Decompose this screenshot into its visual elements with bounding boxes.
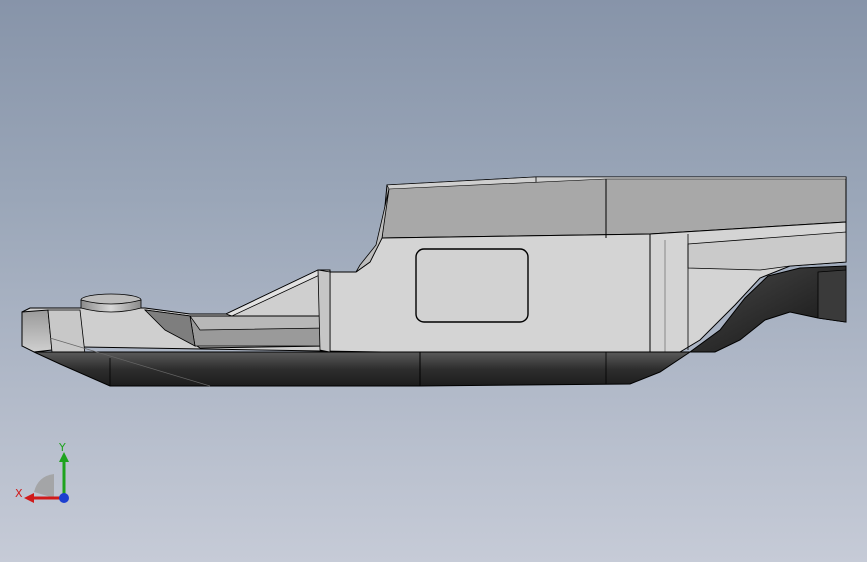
z-axis-dot bbox=[59, 493, 69, 503]
pocket-end-rib bbox=[317, 269, 331, 353]
graphics-viewport[interactable]: Y X bbox=[0, 0, 867, 562]
front-nose bbox=[21, 309, 53, 353]
rear-end-face bbox=[817, 269, 847, 323]
bottom-dark-band bbox=[33, 351, 692, 387]
x-axis-arrow bbox=[24, 493, 34, 503]
front-nose-rounded bbox=[47, 309, 86, 355]
triad-plane-shade bbox=[34, 474, 54, 498]
y-axis-label: Y bbox=[58, 441, 66, 454]
x-axis-label: X bbox=[15, 487, 23, 500]
side-window-recess bbox=[415, 248, 529, 323]
coordinate-triad: Y X bbox=[15, 441, 69, 503]
part-model[interactable] bbox=[0, 0, 867, 562]
